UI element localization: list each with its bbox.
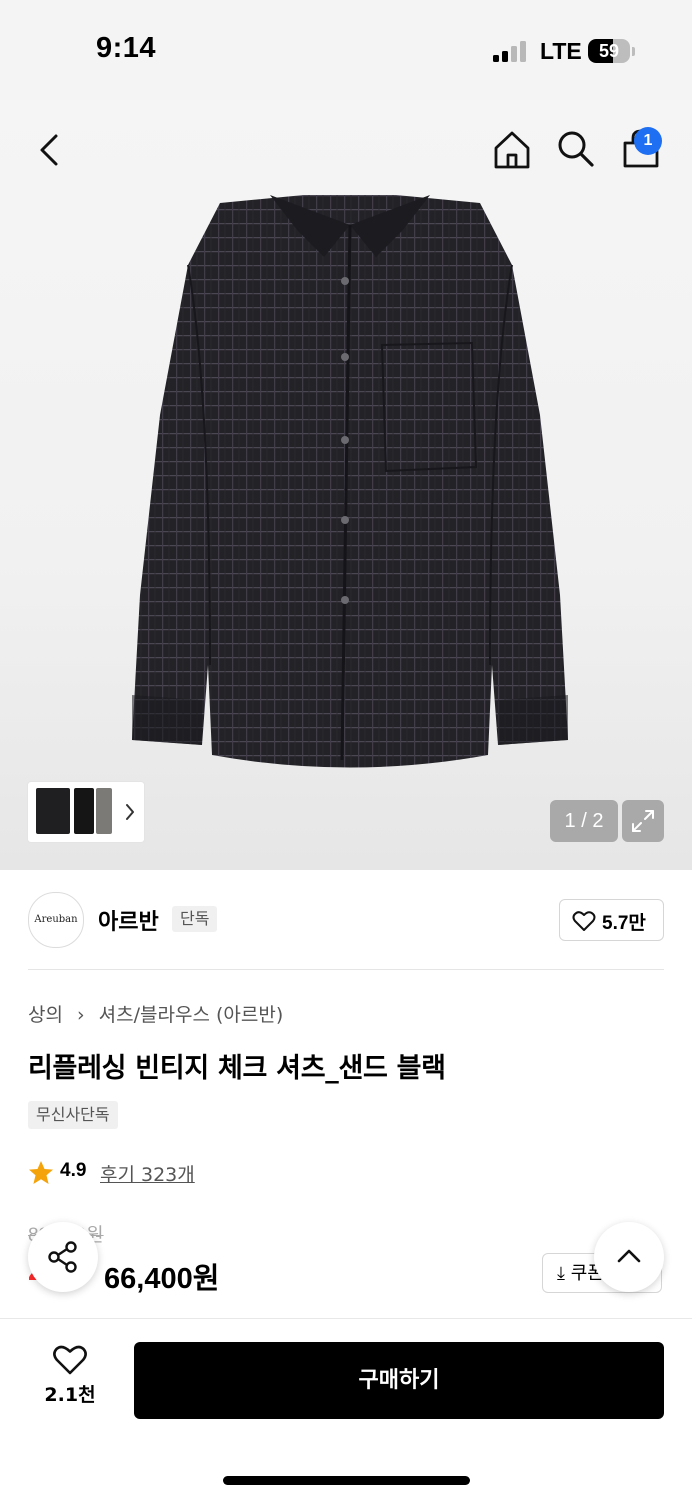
thumbnail-strip[interactable] [28,782,144,842]
heart-icon [53,1345,87,1375]
home-button[interactable] [490,128,534,172]
brand-row: Areuban 아르반 단독 5.7만 [28,892,664,948]
brand-like-button[interactable]: 5.7만 [559,899,664,941]
download-icon: ⤓ [557,1263,565,1284]
rating-value: 4.9 [60,1160,87,1181]
sale-price: 66,400원 [104,1263,220,1295]
wishlist-count: 2.1천 [44,1384,96,1406]
breadcrumb-item-category[interactable]: 상의 [28,1004,63,1026]
brand-logo[interactable]: Areuban [28,892,84,948]
thumbnail-gray[interactable] [96,788,112,834]
battery-icon: 59 [588,39,630,63]
thumbnail-black[interactable] [36,788,70,834]
chevron-right-icon[interactable] [124,802,136,822]
breadcrumb-item-subcategory[interactable]: 셔츠/블라우스 (아르반) [99,1004,284,1026]
status-bar: 9:14 LTE 59 [0,0,692,100]
status-time: 9:14 [96,32,157,64]
share-icon [48,1241,77,1273]
chevron-up-icon [617,1249,641,1263]
breadcrumb: 상의 › 셔츠/블라우스 (아르반) [28,1000,283,1027]
cart-count-badge: 1 [634,127,662,155]
brand-name[interactable]: 아르반 [98,904,159,936]
brand-like-count: 5.7만 [602,913,646,934]
exclusive-badge: 무신사단독 [28,1101,118,1129]
home-indicator [223,1476,470,1485]
chevron-left-icon [40,134,58,166]
buy-button[interactable]: 구매하기 [134,1342,664,1419]
product-title: 리플레싱 빈티지 체크 셔츠_샌드 블랙 [28,1053,446,1084]
divider [28,969,664,970]
star-icon [29,1161,53,1184]
breadcrumb-chevron-icon: › [77,1004,85,1026]
search-icon [558,131,594,167]
image-pager: 1 / 2 [550,800,618,842]
share-button[interactable] [28,1222,98,1292]
search-button[interactable] [555,128,597,170]
heart-icon [572,911,596,931]
battery-level: 59 [598,41,620,61]
scroll-top-button[interactable] [594,1222,664,1292]
wishlist-button[interactable]: 2.1천 [28,1344,112,1420]
signal-icon [493,40,527,62]
back-button[interactable] [30,130,70,170]
brand-exclusive-tag: 단독 [172,906,218,932]
expand-button[interactable] [622,800,664,842]
reviews-link[interactable]: 후기 323개 [100,1160,195,1187]
thumbnail-black-2[interactable] [74,788,94,834]
product-image[interactable] [120,195,580,775]
battery-cap [632,47,635,56]
home-icon [494,131,530,169]
expand-icon [632,810,654,832]
network-label: LTE [540,38,582,64]
